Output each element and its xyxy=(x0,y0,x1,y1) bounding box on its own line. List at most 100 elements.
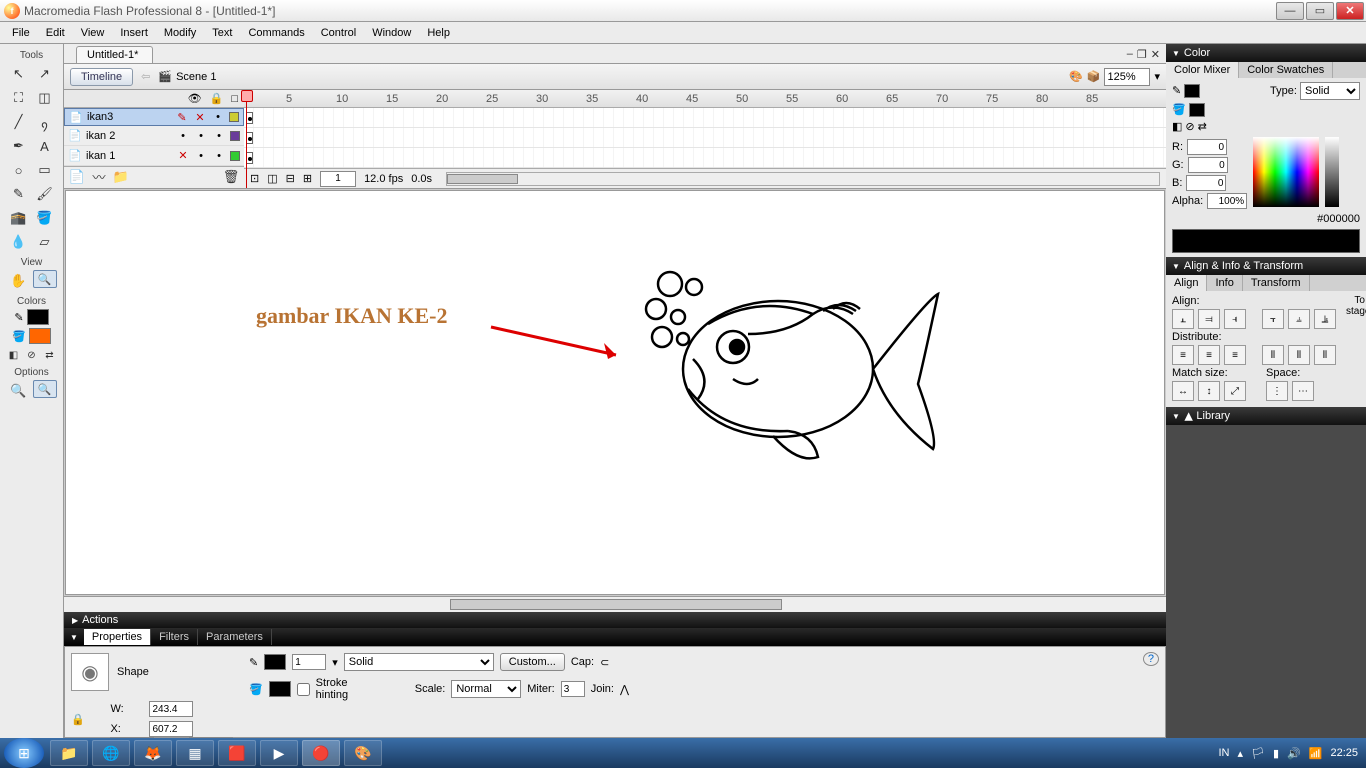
no-color-button[interactable]: ⊘ xyxy=(24,347,40,363)
r-input[interactable] xyxy=(1187,139,1227,155)
layer-row[interactable]: 📄 ikan 1 ✕ • • xyxy=(64,146,244,166)
align-right-button[interactable]: ⫣ xyxy=(1224,309,1246,329)
brush-tool[interactable]: 🖌 xyxy=(33,183,57,205)
start-button[interactable]: ⊞ xyxy=(4,738,44,768)
pen-tool[interactable]: ✒ xyxy=(7,135,31,157)
canvas-horizontal-scrollbar[interactable] xyxy=(64,596,1166,612)
default-colors-button[interactable]: ◧ xyxy=(6,347,22,363)
edit-multiple-frames-icon[interactable]: ⊞ xyxy=(303,172,312,185)
onion-skin-outlines-icon[interactable]: ⊟ xyxy=(286,172,295,185)
actions-panel-header[interactable]: Actions xyxy=(64,612,1166,628)
timeline-scrollbar-thumb[interactable] xyxy=(447,174,518,184)
insert-layer-button[interactable]: 📄 xyxy=(68,169,86,185)
luminosity-bar[interactable] xyxy=(1325,137,1339,207)
layer-x-icon[interactable]: ✕ xyxy=(193,111,207,124)
ink-bottle-tool[interactable]: 🕋 xyxy=(7,207,31,229)
distribute-bottom-button[interactable]: ≡ xyxy=(1224,345,1246,365)
insert-folder-button[interactable]: 📁 xyxy=(112,169,130,185)
layer-row[interactable]: 📄 ikan3 ✎ ✕ • xyxy=(64,108,244,126)
tray-language[interactable]: IN xyxy=(1219,747,1230,759)
menu-modify[interactable]: Modify xyxy=(156,25,204,41)
align-panel-header[interactable]: Align & Info & Transform xyxy=(1166,257,1366,275)
lock-wh-icon[interactable]: 🔒 xyxy=(71,713,106,726)
no-color-icon[interactable]: ⊘ xyxy=(1185,120,1194,133)
width-input[interactable] xyxy=(149,701,193,717)
distribute-vcenter-button[interactable]: ≡ xyxy=(1198,345,1220,365)
taskbar-chrome[interactable]: 🌐 xyxy=(92,740,130,766)
layer-dot-icon[interactable]: • xyxy=(194,130,208,142)
timeline-tracks[interactable]: 1 5 10 15 20 25 30 35 40 45 50 55 60 65 … xyxy=(244,90,1166,188)
align-hcenter-button[interactable]: ⫤ xyxy=(1198,309,1220,329)
tab-parameters[interactable]: Parameters xyxy=(198,629,272,645)
swap-colors-button[interactable]: ⇄ xyxy=(42,347,58,363)
tray-volume-icon[interactable]: 🔊 xyxy=(1287,747,1301,760)
distribute-right-button[interactable]: ⦀ xyxy=(1314,345,1336,365)
keyframe[interactable] xyxy=(246,152,253,164)
tray-show-hidden-icon[interactable]: ▴ xyxy=(1238,747,1244,760)
layer-dot-icon[interactable]: • xyxy=(211,111,225,123)
paint-bucket-tool[interactable]: 🪣 xyxy=(33,207,57,229)
subselection-tool[interactable]: ↗ xyxy=(33,63,57,85)
help-icon[interactable]: ? xyxy=(1143,652,1159,666)
zoom-dropdown-icon[interactable]: ▾ xyxy=(1154,70,1160,83)
tray-network-icon[interactable]: 📶 xyxy=(1309,747,1323,760)
layer-dot-icon[interactable]: • xyxy=(212,130,226,142)
match-both-button[interactable]: ⤢ xyxy=(1224,381,1246,401)
tray-clock[interactable]: 22:25 xyxy=(1330,747,1358,759)
tab-color-swatches[interactable]: Color Swatches xyxy=(1239,62,1333,78)
distribute-left-button[interactable]: ⦀ xyxy=(1262,345,1284,365)
menu-file[interactable]: File xyxy=(4,25,38,41)
fill-color-swatch[interactable] xyxy=(29,328,51,344)
doc-close-button[interactable]: ✕ xyxy=(1151,48,1160,61)
match-height-button[interactable]: ↕ xyxy=(1198,381,1220,401)
taskbar-paint[interactable]: 🎨 xyxy=(344,740,382,766)
maximize-button[interactable]: ▭ xyxy=(1306,2,1334,20)
back-arrow-icon[interactable]: ⇦ xyxy=(141,70,150,83)
fill-type-select[interactable]: Solid xyxy=(1300,82,1360,100)
layer-row[interactable]: 📄 ikan 2 • • • xyxy=(64,126,244,146)
delete-layer-button[interactable]: 🗑 xyxy=(222,169,240,185)
tab-info[interactable]: Info xyxy=(1207,275,1242,291)
center-frame-icon[interactable]: ⊡ xyxy=(250,172,259,185)
scale-select[interactable]: Normal xyxy=(451,680,521,698)
menu-text[interactable]: Text xyxy=(204,25,240,41)
track-row[interactable] xyxy=(244,148,1166,168)
distribute-hcenter-button[interactable]: ⦀ xyxy=(1288,345,1310,365)
oval-tool[interactable]: ○ xyxy=(7,159,31,181)
eraser-tool[interactable]: ▱ xyxy=(33,231,57,253)
pencil-tool[interactable]: ✎ xyxy=(7,183,31,205)
doc-minimize-button[interactable]: – xyxy=(1127,48,1133,61)
eyedropper-tool[interactable]: 💧 xyxy=(7,231,31,253)
tab-filters[interactable]: Filters xyxy=(151,629,198,645)
b-input[interactable] xyxy=(1186,175,1226,191)
layer-dot-icon[interactable]: • xyxy=(176,130,190,142)
match-width-button[interactable]: ↔ xyxy=(1172,381,1194,401)
x-input[interactable] xyxy=(149,721,193,737)
align-vcenter-button[interactable]: ⫨ xyxy=(1288,309,1310,329)
default-colors-icon[interactable]: ◧ xyxy=(1172,120,1182,133)
show-hide-icon[interactable]: 👁 xyxy=(188,92,202,105)
alpha-input[interactable] xyxy=(1207,193,1247,209)
free-transform-tool[interactable]: ⛶ xyxy=(7,87,31,109)
taskbar-app3[interactable]: ▶ xyxy=(260,740,298,766)
rectangle-tool[interactable]: ▭ xyxy=(33,159,57,181)
stroke-color-swatch[interactable] xyxy=(27,309,49,325)
scene-name[interactable]: Scene 1 xyxy=(176,71,216,83)
stroke-hinting-checkbox[interactable] xyxy=(297,683,310,696)
zoom-tool[interactable]: 🔍 xyxy=(33,270,57,288)
stroke-swatch[interactable] xyxy=(1184,84,1200,98)
menu-window[interactable]: Window xyxy=(364,25,419,41)
gradient-transform-tool[interactable]: ◫ xyxy=(33,87,57,109)
tab-color-mixer[interactable]: Color Mixer xyxy=(1166,62,1239,78)
document-tab[interactable]: Untitled-1* xyxy=(76,46,153,63)
layer-color-swatch[interactable] xyxy=(229,112,239,122)
layer-dot-icon[interactable]: • xyxy=(194,150,208,162)
layer-color-swatch[interactable] xyxy=(230,131,240,141)
taskbar-app2[interactable]: 🟥 xyxy=(218,740,256,766)
menu-view[interactable]: View xyxy=(73,25,113,41)
fill-swatch[interactable] xyxy=(1189,103,1205,117)
layer-dot-icon[interactable]: • xyxy=(212,150,226,162)
stage-canvas[interactable]: gambar IKAN KE-2 xyxy=(65,190,1165,595)
distribute-top-button[interactable]: ≡ xyxy=(1172,345,1194,365)
close-button[interactable]: ✕ xyxy=(1336,2,1364,20)
